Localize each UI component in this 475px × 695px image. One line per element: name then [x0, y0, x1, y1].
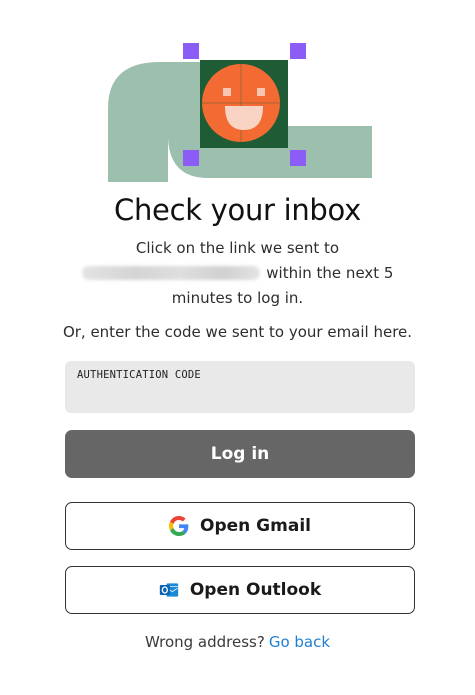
smiley-face-illustration	[108, 43, 372, 182]
authentication-code-label: AUTHENTICATION CODE	[77, 369, 201, 381]
instructions-text: Click on the link we sent to within the …	[60, 236, 415, 311]
instructions-line-2-text: within the next 5	[266, 264, 394, 282]
code-instruction: Or, enter the code we sent to your email…	[62, 323, 413, 341]
login-button[interactable]: Log in	[65, 430, 415, 478]
instructions-line-3: minutes to log in.	[171, 289, 304, 307]
google-g-icon	[169, 516, 189, 536]
authentication-code-field[interactable]: AUTHENTICATION CODE	[65, 361, 415, 413]
footer: Wrong address? Go back	[0, 633, 475, 651]
open-gmail-button[interactable]: Open Gmail	[65, 502, 415, 550]
authentication-code-input[interactable]	[77, 385, 397, 407]
instructions-line-2: within the next 5	[60, 261, 415, 286]
instructions-line-1: Click on the link we sent to	[135, 239, 340, 257]
open-outlook-button[interactable]: Open Outlook	[65, 566, 415, 614]
login-button-label: Log in	[210, 444, 270, 464]
open-gmail-label: Open Gmail	[200, 516, 311, 536]
page-title: Check your inbox	[114, 193, 361, 227]
open-outlook-label: Open Outlook	[189, 580, 322, 600]
wrong-address-text: Wrong address?	[144, 633, 265, 651]
redacted-email	[81, 266, 260, 280]
outlook-icon	[159, 583, 178, 597]
go-back-link[interactable]: Go back	[269, 633, 330, 651]
